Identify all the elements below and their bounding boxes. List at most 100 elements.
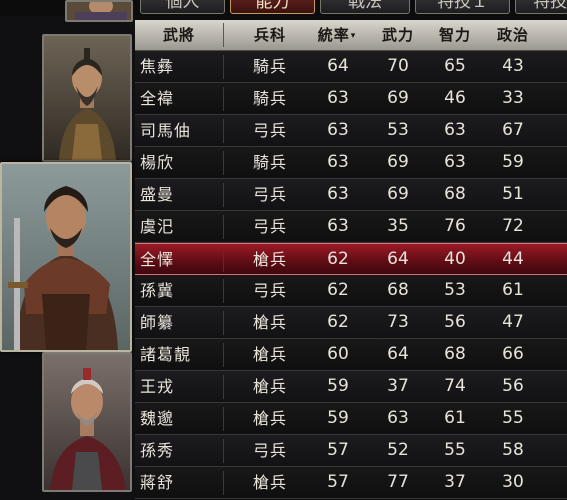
tab-personal[interactable]: 個人 xyxy=(140,0,225,14)
leadership-value: 60 xyxy=(327,344,349,364)
tab-skill-1[interactable]: 特技１ xyxy=(415,0,510,14)
column-divider xyxy=(223,87,224,111)
table-row[interactable]: 蔣舒 槍兵 57 77 37 30 xyxy=(135,467,567,499)
leadership-value: 63 xyxy=(327,216,349,236)
tab-tactics[interactable]: 戦法 xyxy=(320,0,410,14)
portrait-top-partial[interactable] xyxy=(65,0,133,22)
column-divider xyxy=(223,439,224,463)
unit-type: 槍兵 xyxy=(252,345,287,364)
intelligence-value: 76 xyxy=(444,216,466,236)
portrait-image xyxy=(67,2,131,20)
war-value: 69 xyxy=(387,152,409,172)
war-value: 69 xyxy=(387,184,409,204)
table-row-selected[interactable]: 全懌 槍兵 62 64 40 44 xyxy=(135,243,567,275)
unit-type: 騎兵 xyxy=(252,57,287,76)
sort-desc-icon: ▾ xyxy=(350,31,357,41)
table-row[interactable]: 諸葛靚 槍兵 60 64 68 66 xyxy=(135,339,567,371)
unit-type: 騎兵 xyxy=(252,89,287,108)
officer-name: 司馬伷 xyxy=(140,121,192,140)
politics-value: 58 xyxy=(502,440,524,460)
war-value: 64 xyxy=(387,249,409,269)
unit-type: 弓兵 xyxy=(252,185,287,204)
leadership-value: 62 xyxy=(327,249,349,269)
table-row[interactable]: 全禕 騎兵 63 69 46 33 xyxy=(135,83,567,115)
intelligence-value: 37 xyxy=(444,472,466,492)
table-row[interactable]: 孫秀 弓兵 57 52 55 58 xyxy=(135,435,567,467)
intelligence-value: 74 xyxy=(444,376,466,396)
war-value: 64 xyxy=(387,344,409,364)
table-row[interactable]: 焦彝 騎兵 64 70 65 43 xyxy=(135,51,567,83)
war-value: 53 xyxy=(387,120,409,140)
leadership-value: 59 xyxy=(327,376,349,396)
politics-value: 43 xyxy=(502,56,524,76)
officer-name: 楊欣 xyxy=(140,153,175,172)
politics-value: 59 xyxy=(502,152,524,172)
politics-value: 66 xyxy=(502,344,524,364)
politics-value: 72 xyxy=(502,216,524,236)
war-value: 52 xyxy=(387,440,409,460)
header-leadership[interactable]: 統率▾ xyxy=(307,20,367,50)
war-value: 68 xyxy=(387,280,409,300)
column-divider xyxy=(223,151,224,175)
politics-value: 30 xyxy=(502,472,524,492)
leadership-value: 63 xyxy=(327,120,349,140)
officer-name: 虞汜 xyxy=(140,217,175,236)
table-body: 焦彝 騎兵 64 70 65 43 全禕 騎兵 63 69 46 33 司馬伷 弓兵 63 53 63 67 楊欣騎… xyxy=(135,51,567,500)
header-leadership-label: 統率 xyxy=(317,26,350,44)
intelligence-value: 46 xyxy=(444,88,466,108)
war-value: 69 xyxy=(387,88,409,108)
header-war[interactable]: 武力 xyxy=(370,20,426,50)
table-row[interactable]: 盛曼 弓兵 63 69 68 51 xyxy=(135,179,567,211)
politics-value: 67 xyxy=(502,120,524,140)
tab-ability[interactable]: 能力 xyxy=(230,0,315,14)
tab-skill-2[interactable]: 特技 xyxy=(515,0,567,14)
unit-type: 槍兵 xyxy=(252,313,287,332)
intelligence-value: 68 xyxy=(444,344,466,364)
column-divider xyxy=(223,471,224,495)
intelligence-value: 63 xyxy=(444,120,466,140)
unit-type: 弓兵 xyxy=(252,441,287,460)
header-unit-type[interactable]: 兵科 xyxy=(230,20,310,50)
table-row[interactable]: 孫冀 弓兵 62 68 53 61 xyxy=(135,275,567,307)
unit-type: 弓兵 xyxy=(252,281,287,300)
leadership-value: 63 xyxy=(327,184,349,204)
officer-name: 全懌 xyxy=(140,250,175,269)
unit-type: 槍兵 xyxy=(252,473,287,492)
officer-name: 魏邈 xyxy=(140,409,175,428)
header-name[interactable]: 武將 xyxy=(135,20,223,50)
officer-name: 師纂 xyxy=(140,313,175,332)
portrait-lower[interactable] xyxy=(42,352,132,492)
table-row[interactable]: 師纂 槍兵 62 73 56 47 xyxy=(135,307,567,339)
intelligence-value: 68 xyxy=(444,184,466,204)
column-divider xyxy=(223,248,224,272)
intelligence-value: 61 xyxy=(444,408,466,428)
portrait-upper[interactable] xyxy=(42,34,132,162)
politics-value: 33 xyxy=(502,88,524,108)
intelligence-value: 63 xyxy=(444,152,466,172)
header-divider xyxy=(223,23,224,47)
table-row[interactable]: 魏邈 槍兵 59 63 61 55 xyxy=(135,403,567,435)
officer-name: 焦彝 xyxy=(140,57,175,76)
table-row[interactable]: 虞汜 弓兵 63 35 76 72 xyxy=(135,211,567,243)
intelligence-value: 56 xyxy=(444,312,466,332)
politics-value: 56 xyxy=(502,376,524,396)
header-politics[interactable]: 政治 xyxy=(485,20,541,50)
officer-name: 全禕 xyxy=(140,89,175,108)
table-row[interactable]: 司馬伷 弓兵 63 53 63 67 xyxy=(135,115,567,147)
unit-type: 弓兵 xyxy=(252,121,287,140)
header-intelligence[interactable]: 智力 xyxy=(427,20,483,50)
leadership-value: 64 xyxy=(327,56,349,76)
portrait-selected-officer[interactable] xyxy=(0,162,132,352)
leadership-value: 62 xyxy=(327,280,349,300)
table-row[interactable]: 王戎 槍兵 59 37 74 56 xyxy=(135,371,567,403)
column-divider xyxy=(223,55,224,79)
column-divider xyxy=(223,311,224,335)
politics-value: 61 xyxy=(502,280,524,300)
war-value: 37 xyxy=(387,376,409,396)
table-row[interactable]: 楊欣 騎兵 63 69 63 59 xyxy=(135,147,567,179)
unit-type: 槍兵 xyxy=(252,250,287,269)
war-value: 35 xyxy=(387,216,409,236)
leadership-value: 62 xyxy=(327,312,349,332)
leadership-value: 57 xyxy=(327,472,349,492)
column-divider xyxy=(223,279,224,303)
